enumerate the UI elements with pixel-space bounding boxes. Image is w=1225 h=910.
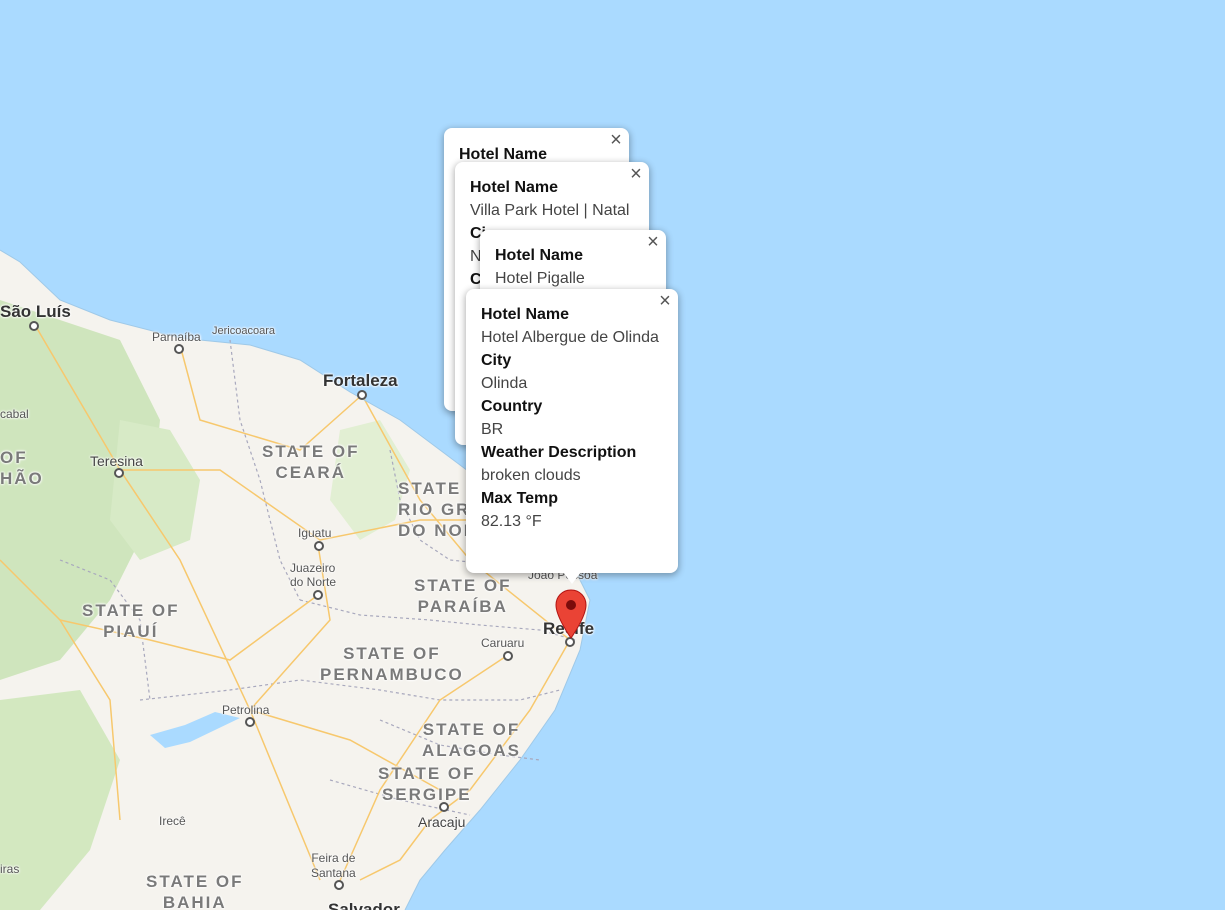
label-jericoacoara: Jericoacoara	[212, 325, 275, 337]
close-icon[interactable]: ×	[625, 164, 647, 186]
label-petrolina: Petrolina	[222, 703, 270, 717]
close-icon[interactable]: ×	[605, 130, 627, 152]
field-label-city: City	[481, 352, 512, 369]
close-icon[interactable]: ×	[642, 232, 664, 254]
field-label-country: Country	[481, 398, 543, 415]
label-state-alagoas: STATE OF ALAGOAS	[422, 720, 521, 760]
label-salvador: Salvador	[328, 900, 400, 910]
field-label-weather: Weather Description	[481, 444, 637, 461]
city-dot	[114, 468, 124, 478]
label-state-piaui: STATE OF PIAUÍ	[82, 601, 180, 641]
field-label: Hotel Name	[470, 179, 559, 196]
label-cabal: cabal	[0, 407, 29, 421]
field-value-hotel-name: Hotel Albergue de Olinda	[481, 329, 659, 346]
info-window-tail	[563, 572, 581, 584]
label-state-bahia: STATE OF BAHIA	[146, 872, 244, 910]
city-dot	[357, 390, 367, 400]
label-feira-de-santana: Feira de Santana	[311, 851, 356, 880]
city-dot	[313, 590, 323, 600]
label-state-maranhao: OF HÃO	[0, 448, 44, 488]
field-label-max-temp: Max Temp	[481, 490, 559, 507]
city-dot	[503, 651, 513, 661]
city-dot	[439, 802, 449, 812]
city-dot	[334, 880, 344, 890]
label-state-pernambuco: STATE OF PERNAMBUCO	[320, 644, 464, 684]
field-value-weather: broken clouds	[481, 467, 581, 484]
map-canvas[interactable]: São Luís Parnaíba Jericoacoara Fortaleza…	[0, 0, 1225, 910]
field-value-max-temp: 82.13 °F	[481, 513, 542, 530]
label-state-paraiba: STATE OF PARAÍBA	[414, 576, 512, 616]
label-caruaru: Caruaru	[481, 636, 525, 650]
city-dot	[174, 344, 184, 354]
field-value: Villa Park Hotel | Natal	[470, 202, 630, 219]
field-value-city: Olinda	[481, 375, 528, 392]
label-teresina: Teresina	[90, 453, 143, 469]
field-label-hotel-name: Hotel Name	[481, 306, 570, 323]
city-dot	[29, 321, 39, 331]
city-dot	[314, 541, 324, 551]
label-juazeiro: Juazeiro do Norte	[290, 561, 337, 589]
label-fortaleza: Fortaleza	[323, 371, 398, 390]
label-parnaiba: Parnaíba	[152, 330, 201, 344]
label-state-ceara: STATE OF CEARÁ	[262, 442, 360, 482]
label-iguatu: Iguatu	[298, 526, 332, 540]
info-window-olinda: × Hotel Name Hotel Albergue de Olinda Ci…	[466, 289, 678, 573]
field-label: Hotel Name	[495, 247, 584, 264]
close-icon[interactable]: ×	[654, 291, 676, 313]
label-aracaju: Aracaju	[418, 814, 466, 830]
field-value: Hotel Pigalle	[495, 270, 585, 287]
field-value-country: BR	[481, 421, 504, 438]
city-dot	[245, 717, 255, 727]
label-sao-luis: São Luís	[0, 302, 71, 321]
map-pin-icon[interactable]	[554, 588, 588, 642]
label-iras: iras	[0, 862, 20, 876]
label-irece: Irecê	[159, 814, 186, 828]
label-state-sergipe: STATE OF SERGIPE	[378, 764, 476, 804]
